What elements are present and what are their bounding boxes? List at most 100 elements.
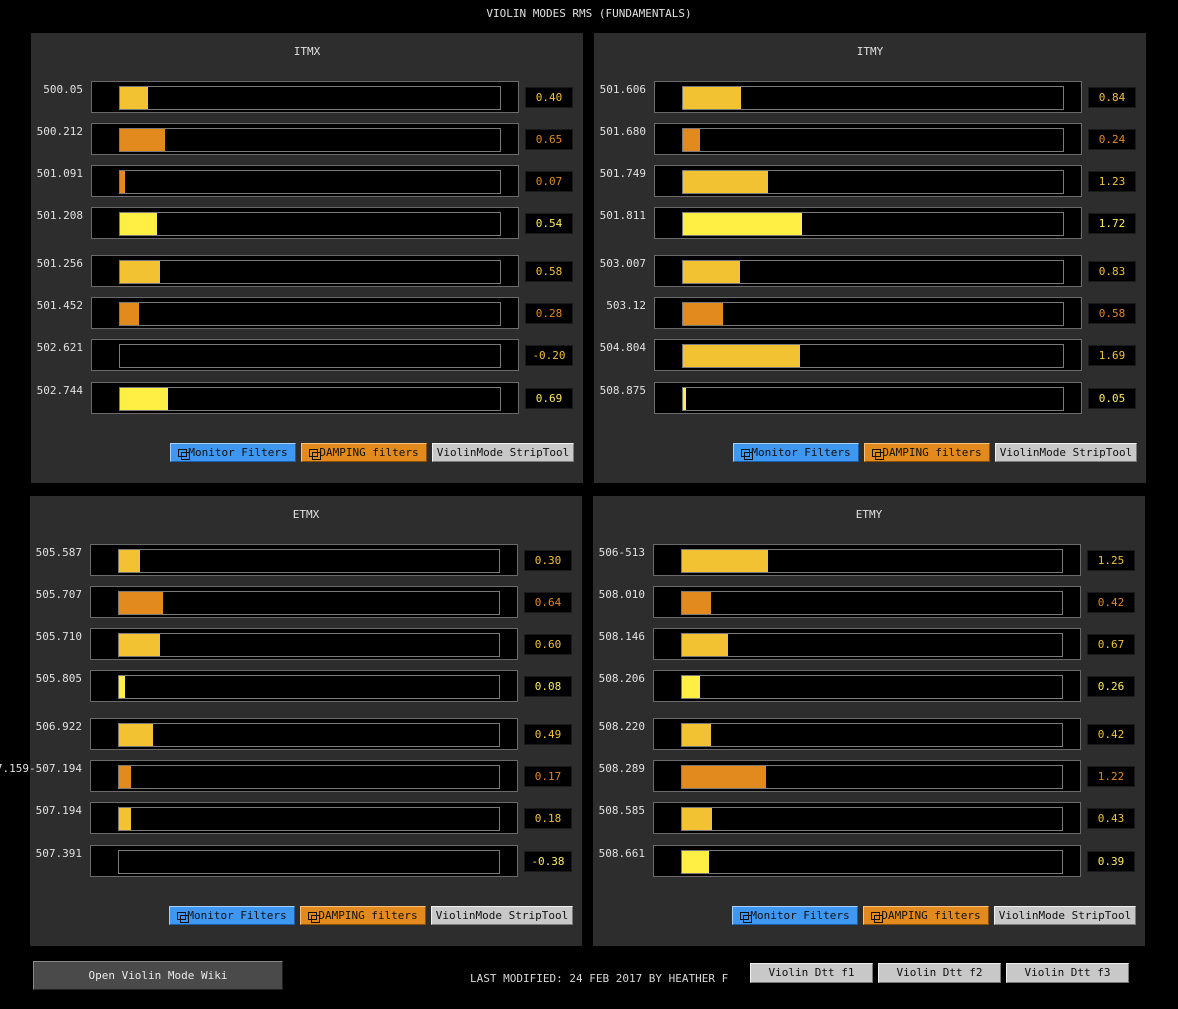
open-wiki-button[interactable]: Open Violin Mode Wiki xyxy=(33,961,283,990)
related-display-icon xyxy=(740,912,753,923)
rms-bar-fill xyxy=(119,634,160,656)
mode-row: 508.661 0.39 xyxy=(593,845,1145,879)
rms-bar-track xyxy=(118,723,500,747)
rms-meter xyxy=(654,81,1082,113)
mode-row: 503.007 0.83 xyxy=(594,255,1146,289)
mode-row: 508.220 0.42 xyxy=(593,718,1145,752)
damping-filters-button[interactable]: DAMPING filters xyxy=(864,443,990,462)
rms-meter xyxy=(91,81,519,113)
rms-value-readout: 0.84 xyxy=(1088,87,1136,108)
mode-frequency-label: 506-513 xyxy=(598,546,645,559)
rms-bar-track xyxy=(681,675,1063,699)
rms-meter xyxy=(90,544,518,576)
rms-value-readout: 0.42 xyxy=(1087,724,1135,745)
rms-meter xyxy=(90,760,518,792)
rms-bar-track xyxy=(681,633,1063,657)
rms-bar-track xyxy=(682,302,1064,326)
violin-dtt-f1-button[interactable]: Violin Dtt f1 xyxy=(750,963,873,983)
panel-title: ETMX xyxy=(292,508,320,521)
rms-bar-fill xyxy=(682,634,728,656)
rms-bar-fill xyxy=(682,766,766,788)
violinmode-striptool-button[interactable]: ViolinMode StripTool xyxy=(431,906,573,925)
rms-bar-track xyxy=(118,675,500,699)
damping-filters-button[interactable]: DAMPING filters xyxy=(300,906,426,925)
related-display-icon xyxy=(308,912,321,923)
rms-meter xyxy=(91,123,519,155)
rms-bar-track xyxy=(118,850,500,874)
rms-meter xyxy=(91,297,519,329)
violinmode-striptool-button[interactable]: ViolinMode StripTool xyxy=(994,906,1136,925)
mode-frequency-label: 501.208 xyxy=(36,209,83,222)
damping-filters-button[interactable]: DAMPING filters xyxy=(863,906,989,925)
mode-frequency-label: 508.875 xyxy=(599,384,646,397)
panel-title: ITMY xyxy=(856,45,884,58)
monitor-filters-button[interactable]: Monitor Filters xyxy=(170,443,296,462)
rms-bar-fill xyxy=(120,261,160,283)
rms-value-readout: 0.39 xyxy=(1087,851,1135,872)
rms-bar-fill xyxy=(119,766,131,788)
mode-row: 508.010 0.42 xyxy=(593,586,1145,620)
rms-meter xyxy=(653,718,1081,750)
mode-frequency-label: 501.452 xyxy=(36,299,83,312)
rms-value-readout: 0.69 xyxy=(525,388,573,409)
mode-frequency-label: 508.585 xyxy=(598,804,645,817)
rms-bar-fill xyxy=(120,388,168,410)
mode-frequency-label: 500.212 xyxy=(36,125,83,138)
mode-frequency-label: 501.091 xyxy=(36,167,83,180)
rms-bar-track xyxy=(682,86,1064,110)
rms-bar-track xyxy=(119,344,501,368)
rms-value-readout: 0.07 xyxy=(525,171,573,192)
related-display-icon xyxy=(309,449,322,460)
mode-row: 501.749 1.23 xyxy=(594,165,1146,199)
rms-value-readout: 0.54 xyxy=(525,213,573,234)
rms-value-readout: 0.43 xyxy=(1087,808,1135,829)
mode-row: 501.208 0.54 xyxy=(31,207,583,241)
damping-filters-button[interactable]: DAMPING filters xyxy=(301,443,427,462)
violin-dtt-f3-button[interactable]: Violin Dtt f3 xyxy=(1006,963,1129,983)
rms-bar-track xyxy=(119,170,501,194)
violin-dtt-f2-button[interactable]: Violin Dtt f2 xyxy=(878,963,1001,983)
mode-frequency-label: 504.804 xyxy=(599,341,646,354)
rms-bar-fill xyxy=(683,388,686,410)
rms-meter xyxy=(654,255,1082,287)
mode-frequency-label: 505.707 xyxy=(35,588,82,601)
mode-row: 503.12 0.58 xyxy=(594,297,1146,331)
rms-bar-track xyxy=(119,212,501,236)
rms-bar-track xyxy=(118,549,500,573)
monitor-filters-button[interactable]: Monitor Filters xyxy=(169,906,295,925)
violinmode-striptool-button[interactable]: ViolinMode StripTool xyxy=(995,443,1137,462)
rms-meter xyxy=(654,382,1082,414)
violinmode-striptool-button[interactable]: ViolinMode StripTool xyxy=(432,443,574,462)
rms-value-readout: -0.38 xyxy=(524,851,572,872)
rms-bar-track xyxy=(118,807,500,831)
monitor-filters-button[interactable]: Monitor Filters xyxy=(732,906,858,925)
mode-row: 504.804 1.69 xyxy=(594,339,1146,373)
rms-bar-track xyxy=(681,850,1063,874)
violinmode-striptool-button-label: ViolinMode StripTool xyxy=(436,446,570,459)
mode-frequency-label: 507.159-507.194 xyxy=(0,762,82,775)
rms-value-readout: 0.60 xyxy=(524,634,572,655)
mode-row: 501.452 0.28 xyxy=(31,297,583,331)
rms-meter xyxy=(91,255,519,287)
mode-frequency-label: 503.12 xyxy=(606,299,646,312)
rms-meter xyxy=(653,845,1081,877)
rms-bar-track xyxy=(681,807,1063,831)
rms-bar-fill xyxy=(682,851,709,873)
damping-filters-button-label: DAMPING filters xyxy=(319,446,419,459)
rms-value-readout: 0.26 xyxy=(1087,676,1135,697)
damping-filters-button-label: DAMPING filters xyxy=(881,909,981,922)
rms-bar-fill xyxy=(119,724,153,746)
rms-meter xyxy=(91,207,519,239)
mode-row: 502.621 -0.20 xyxy=(31,339,583,373)
related-display-icon xyxy=(178,449,191,460)
rms-value-readout: 1.25 xyxy=(1087,550,1135,571)
monitor-filters-button[interactable]: Monitor Filters xyxy=(733,443,859,462)
mode-frequency-label: 508.010 xyxy=(598,588,645,601)
mode-frequency-label: 502.744 xyxy=(36,384,83,397)
violinmode-striptool-button-label: ViolinMode StripTool xyxy=(999,446,1133,459)
related-display-icon xyxy=(871,912,884,923)
rms-bar-track xyxy=(682,170,1064,194)
rms-value-readout: 0.18 xyxy=(524,808,572,829)
rms-bar-fill xyxy=(683,303,723,325)
mode-frequency-label: 508.220 xyxy=(598,720,645,733)
